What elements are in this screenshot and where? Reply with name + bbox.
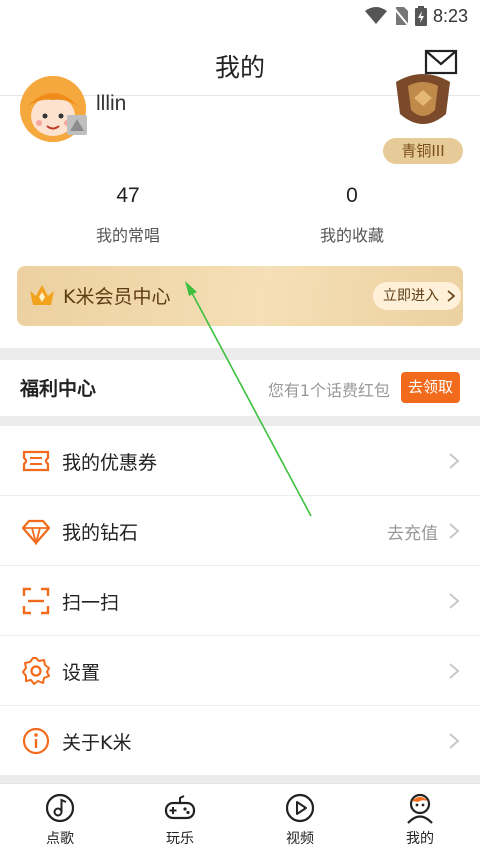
tab-label: 我的: [406, 831, 434, 847]
tab-play[interactable]: 玩乐: [120, 792, 240, 848]
stat-label: 我的收藏: [319, 226, 384, 245]
clock: 8:23: [432, 5, 468, 26]
music-note-icon: [45, 793, 75, 823]
scan-icon: [22, 587, 50, 615]
stat-label: 我的常唱: [95, 226, 160, 245]
wifi-icon: [364, 7, 387, 24]
menu-item-scan[interactable]: 扫一扫: [0, 566, 480, 636]
claim-button[interactable]: 去领取: [401, 372, 460, 403]
menu-item-coupons[interactable]: 我的优惠券: [0, 426, 480, 496]
recharge-hint: 去充值: [387, 524, 438, 544]
diamond-icon: [22, 519, 50, 545]
vip-center-banner[interactable]: K米会员中心 立即进入: [17, 266, 463, 326]
tab-label: 点歌: [46, 831, 74, 847]
rank-badge[interactable]: 青铜III: [383, 138, 463, 164]
coupon-icon: [22, 450, 50, 472]
welfare-title: 福利中心: [20, 378, 97, 400]
welfare-desc: 您有1个话费红包: [267, 381, 390, 400]
chevron-right-icon: [447, 290, 455, 302]
play-icon: [285, 793, 315, 823]
menu-label: 设置: [62, 662, 101, 684]
battery-icon: [414, 6, 427, 26]
tab-label: 玩乐: [166, 831, 194, 847]
menu-item-settings[interactable]: 设置: [0, 636, 480, 706]
menu-label: 关于K米: [62, 732, 132, 754]
menu-label: 我的钻石: [62, 522, 139, 544]
chevron-right-icon: [449, 593, 460, 609]
menu-list: 我的优惠券 我的钻石 去充值 扫一扫 设置 关于K米: [0, 426, 480, 776]
no-sim-icon: [393, 7, 409, 26]
stat-frequent-songs[interactable]: 47 我的常唱: [28, 184, 228, 246]
status-icons: 8:23: [364, 4, 468, 28]
tab-video[interactable]: 视频: [240, 792, 360, 848]
tab-mine[interactable]: 我的: [360, 792, 480, 848]
status-bar: 8:23: [0, 0, 480, 32]
stat-favorites[interactable]: 0 我的收藏: [252, 184, 452, 246]
stat-value: 0: [346, 184, 358, 207]
menu-item-about[interactable]: 关于K米: [0, 706, 480, 776]
stat-value: 47: [116, 184, 140, 207]
chevron-right-icon: [449, 663, 460, 679]
crown-icon: [30, 285, 54, 305]
vip-title: K米会员中心: [63, 286, 171, 308]
gear-icon: [22, 657, 50, 685]
gamepad-icon: [164, 795, 196, 820]
username[interactable]: lllin: [96, 92, 126, 116]
tab-songs[interactable]: 点歌: [0, 792, 120, 848]
chevron-right-icon: [449, 733, 460, 749]
tab-label: 视频: [286, 831, 314, 847]
menu-item-diamonds[interactable]: 我的钻石 去充值: [0, 496, 480, 566]
menu-label: 扫一扫: [62, 592, 120, 614]
vip-enter-label: 立即进入: [383, 288, 439, 304]
profile-section: lllin 青铜III 47 我的常唱 0 我的收藏 K米会员中心 立即进入: [0, 74, 480, 348]
welfare-center: 福利中心 您有1个话费红包 去领取: [0, 360, 480, 416]
user-icon: [407, 793, 433, 824]
bottom-tab-bar: 点歌 玩乐 视频 我的: [0, 783, 480, 853]
chevron-right-icon: [449, 523, 460, 539]
menu-label: 我的优惠券: [62, 452, 158, 474]
avatar-badge-icon: [67, 115, 87, 135]
rank-emblem-icon[interactable]: [388, 72, 458, 132]
vip-enter-button[interactable]: 立即进入: [373, 282, 461, 310]
info-icon: [22, 727, 50, 755]
chevron-right-icon: [449, 453, 460, 469]
